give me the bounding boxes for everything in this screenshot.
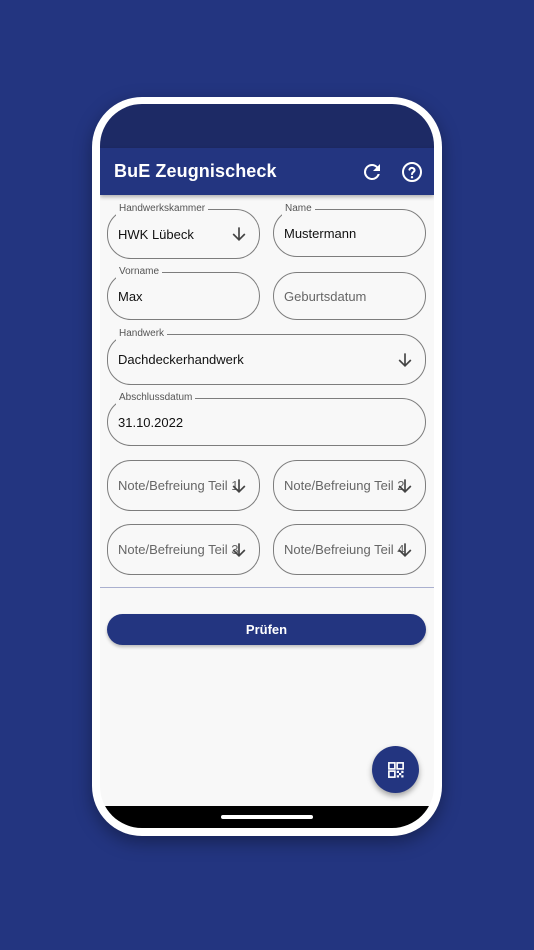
geburtsdatum-placeholder: Geburtsdatum: [284, 288, 367, 304]
arrow-down-icon: [398, 352, 412, 367]
note-teil-3-dropdown[interactable]: Note/Befreiung Teil 3: [107, 524, 260, 575]
arrow-down-icon: [398, 542, 412, 557]
qr-code-scan-icon: [387, 761, 404, 778]
app-bar: BuE Zeugnischeck: [100, 148, 434, 195]
vorname-value: Max: [118, 288, 143, 304]
form-divider: [100, 587, 434, 588]
arrow-down-icon: [232, 542, 246, 557]
qr-scan-fab[interactable]: [372, 746, 419, 793]
arrow-down-icon: [398, 478, 412, 493]
abschlussdatum-field[interactable]: Abschlussdatum 31.10.2022: [107, 391, 426, 446]
status-bar: [100, 104, 434, 148]
refresh-icon[interactable]: [360, 160, 384, 184]
pruefen-button[interactable]: Prüfen: [107, 614, 426, 645]
note-teil-2-placeholder: Note/Befreiung Teil 2: [284, 478, 405, 493]
note-teil-1-dropdown[interactable]: Note/Befreiung Teil 1: [107, 460, 260, 511]
arrow-down-icon: [232, 478, 246, 493]
note-teil-4-placeholder: Note/Befreiung Teil 4: [284, 542, 405, 557]
handwerk-value: Dachdeckerhandwerk: [118, 352, 244, 367]
geburtsdatum-field[interactable]: Geburtsdatum: [273, 272, 426, 320]
arrow-down-icon: [232, 227, 246, 242]
vorname-field[interactable]: Vorname Max: [107, 265, 260, 320]
home-indicator[interactable]: [221, 815, 313, 819]
name-field[interactable]: Name Mustermann: [273, 202, 426, 257]
handwerkskammer-value: HWK Lübeck: [118, 226, 194, 242]
note-teil-4-dropdown[interactable]: Note/Befreiung Teil 4: [273, 524, 426, 575]
handwerkskammer-dropdown[interactable]: Handwerkskammer HWK Lübeck: [107, 202, 260, 259]
handwerk-dropdown[interactable]: Handwerk Dachdeckerhandwerk: [107, 327, 426, 385]
note-teil-3-placeholder: Note/Befreiung Teil 3: [118, 542, 239, 557]
navigation-bar: [100, 806, 434, 828]
app-screen: BuE Zeugnischeck Handwerkskammer HWK Lüb…: [100, 104, 434, 828]
note-teil-1-placeholder: Note/Befreiung Teil 1: [118, 478, 239, 493]
name-value: Mustermann: [284, 225, 357, 241]
app-title: BuE Zeugnischeck: [114, 161, 277, 181]
help-circle-icon[interactable]: [400, 160, 424, 184]
abschlussdatum-value: 31.10.2022: [118, 414, 184, 430]
note-teil-2-dropdown[interactable]: Note/Befreiung Teil 2: [273, 460, 426, 511]
